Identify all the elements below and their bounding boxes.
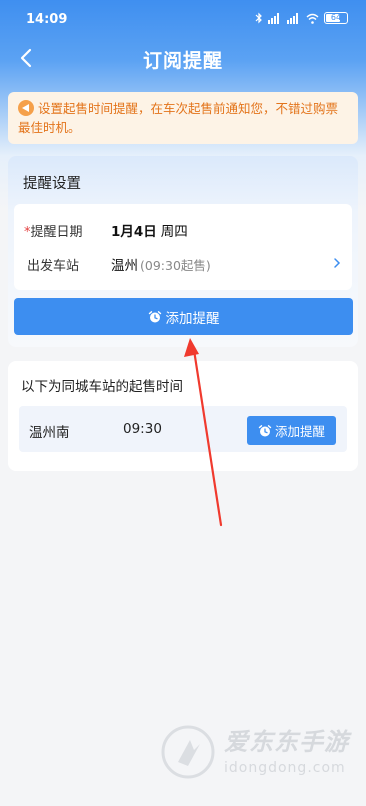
battery-icon: 64 <box>324 12 348 24</box>
station-row-button-label: 添加提醒 <box>274 424 325 439</box>
bluetooth-icon <box>255 12 262 24</box>
date-text: 1月4日 <box>111 224 157 240</box>
date-label-text: 提醒日期 <box>30 225 83 240</box>
horn-icon <box>18 100 34 116</box>
alarm-clock-icon <box>258 424 272 436</box>
status-icons: 64 <box>255 12 348 24</box>
settings-form: *提醒日期 1月4日 周四 出发车站 温州 (09:30起售) <box>14 204 352 290</box>
chevron-right-icon[interactable] <box>332 256 342 270</box>
wifi-icon <box>306 13 319 24</box>
reminder-settings-card: 提醒设置 *提醒日期 1月4日 周四 出发车站 温州 (09:30起售) 添加提醒 <box>8 156 358 347</box>
notice-text: 设置起售时间提醒，在车次起售前通知您，不错过购票最佳时机。 <box>18 101 339 135</box>
notice-banner: 设置起售时间提醒，在车次起售前通知您，不错过购票最佳时机。 <box>8 92 358 144</box>
station-value[interactable]: 温州 (09:30起售) <box>111 254 211 274</box>
alarm-clock-icon <box>148 310 161 322</box>
station-sale-time: (09:30起售) <box>140 258 211 273</box>
status-time: 14:09 <box>26 12 68 27</box>
watermark-title: 爱东东手游 <box>224 728 349 756</box>
date-value[interactable]: 1月4日 周四 <box>111 220 188 240</box>
battery-level: 64 <box>330 13 342 22</box>
watermark-url: idongdong.com <box>224 760 346 776</box>
same-city-title: 以下为同城车站的起售时间 <box>21 379 183 395</box>
date-label: *提醒日期 <box>24 221 83 240</box>
page-title: 订阅提醒 <box>142 50 223 72</box>
status-bar: 14:09 64 <box>0 0 366 38</box>
station-row-add-reminder-button[interactable]: 添加提醒 <box>247 416 336 445</box>
watermark-logo-icon <box>161 725 215 779</box>
nav-bar: 订阅提醒 <box>0 38 366 78</box>
station-row: 温州南 09:30 添加提醒 <box>19 406 347 452</box>
station-label: 出发车站 <box>27 259 80 274</box>
station-name: 温州 <box>111 258 138 274</box>
same-city-stations-card: 以下为同城车站的起售时间 温州南 09:30 添加提醒 <box>8 361 358 471</box>
watermark: 爱东东手游 idongdong.com <box>160 718 360 788</box>
station-row-name: 温州南 <box>29 425 70 441</box>
signal-icon <box>287 12 298 24</box>
add-reminder-label: 添加提醒 <box>165 310 220 327</box>
add-reminder-button[interactable]: 添加提醒 <box>14 298 353 335</box>
signal-icon <box>268 12 279 24</box>
settings-title: 提醒设置 <box>23 176 81 192</box>
weekday-text: 周四 <box>160 224 188 240</box>
station-row-time: 09:30 <box>123 421 162 437</box>
